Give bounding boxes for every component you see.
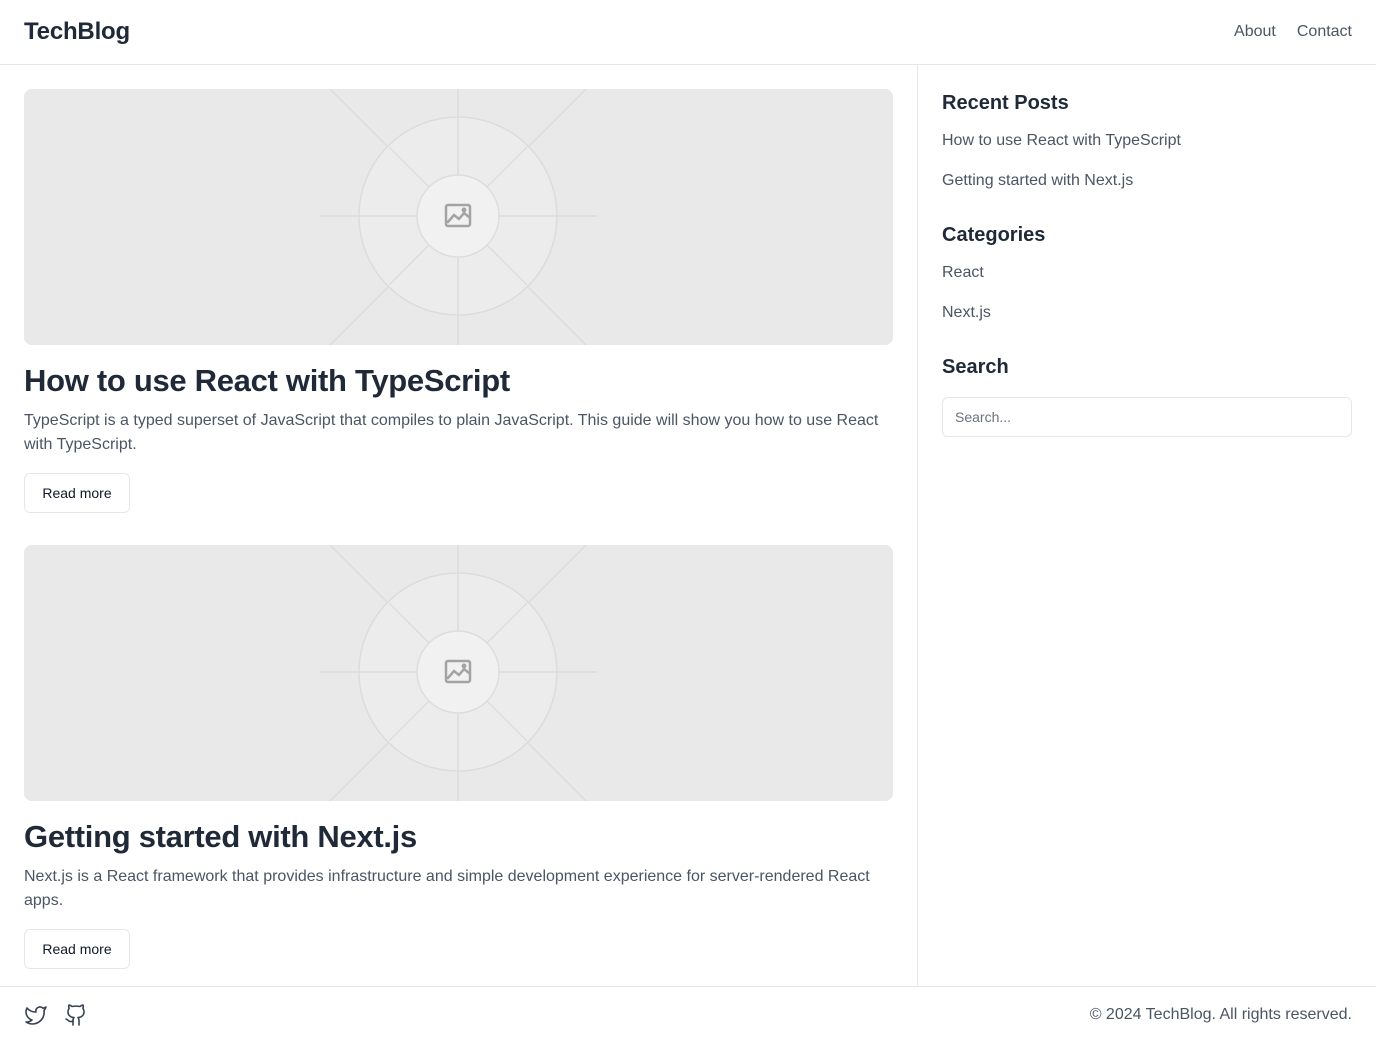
recent-posts-list: How to use React with TypeScript Getting… <box>942 129 1352 193</box>
twitter-icon[interactable] <box>24 1003 48 1027</box>
search-heading: Search <box>942 356 1009 378</box>
site-header: TechBlog About Contact <box>0 0 1376 65</box>
image-placeholder-icon <box>24 545 893 801</box>
image-placeholder-icon <box>24 89 893 345</box>
post-card: Getting started with Next.js Next.js is … <box>24 545 893 969</box>
recent-posts-heading: Recent Posts <box>942 92 1069 114</box>
post-image-placeholder <box>24 545 893 801</box>
search-input[interactable] <box>942 397 1352 437</box>
recent-post-link[interactable]: How to use React with TypeScript <box>942 129 1352 153</box>
site-brand[interactable]: TechBlog <box>24 18 130 46</box>
copyright-text: © 2024 TechBlog. All rights reserved. <box>1089 1005 1352 1023</box>
post-title[interactable]: Getting started with Next.js <box>24 819 893 855</box>
categories-section: Categories React Next.js <box>942 221 1352 325</box>
social-links <box>24 1003 88 1027</box>
github-icon[interactable] <box>64 1003 88 1027</box>
post-excerpt: Next.js is a React framework that provid… <box>24 868 870 909</box>
sidebar: Recent Posts How to use React with TypeS… <box>918 65 1376 986</box>
post-list: How to use React with TypeScript TypeScr… <box>0 65 918 986</box>
main-nav: About Contact <box>1234 23 1352 41</box>
category-link-react[interactable]: React <box>942 261 1352 285</box>
site-footer: © 2024 TechBlog. All rights reserved. <box>0 986 1376 1042</box>
category-link-nextjs[interactable]: Next.js <box>942 301 1352 325</box>
categories-heading: Categories <box>942 224 1046 246</box>
post-title[interactable]: How to use React with TypeScript <box>24 363 893 399</box>
categories-list: React Next.js <box>942 261 1352 325</box>
post-image-placeholder <box>24 89 893 345</box>
nav-link-about[interactable]: About <box>1234 23 1276 41</box>
post-card: How to use React with TypeScript TypeScr… <box>24 89 893 513</box>
read-more-button[interactable]: Read more <box>24 929 130 969</box>
recent-posts-section: Recent Posts How to use React with TypeS… <box>942 89 1352 193</box>
recent-post-link[interactable]: Getting started with Next.js <box>942 169 1352 193</box>
read-more-button[interactable]: Read more <box>24 473 130 513</box>
search-section: Search <box>942 353 1352 437</box>
nav-link-contact[interactable]: Contact <box>1297 23 1352 41</box>
post-excerpt: TypeScript is a typed superset of JavaSc… <box>24 412 879 453</box>
